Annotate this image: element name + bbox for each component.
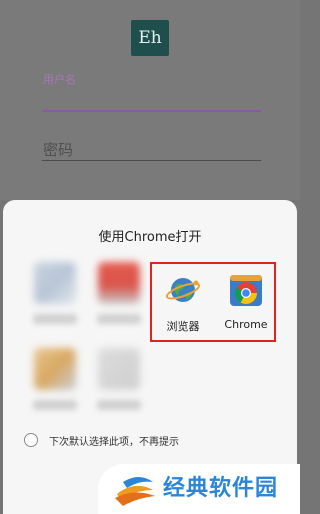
- password-placeholder: 密码: [43, 141, 74, 159]
- app-label-chrome: Chrome: [224, 318, 268, 331]
- blurred-app-label: [33, 314, 77, 324]
- blurred-app-tile[interactable]: [89, 254, 149, 334]
- sheet-title: 使用Chrome打开: [98, 230, 202, 245]
- globe-browser-icon: [165, 278, 201, 302]
- chrome-icon: [230, 275, 262, 306]
- blurred-app-label: [97, 314, 141, 324]
- password-field-underline: [42, 160, 261, 161]
- app-option-chrome[interactable]: Chrome: [216, 268, 276, 348]
- watermark-logo-icon: [115, 477, 155, 506]
- blurred-app-tile[interactable]: [25, 340, 85, 420]
- default-choice-radio[interactable]: [24, 433, 38, 447]
- login-screen: Eh 用户名 密码: [0, 0, 300, 200]
- blurred-app-tile[interactable]: [25, 254, 85, 334]
- app-label-browser: 浏览器: [166, 320, 200, 333]
- blurred-app-label: [33, 400, 77, 410]
- blurred-app-label: [97, 400, 141, 410]
- app-option-browser[interactable]: 浏览器: [153, 268, 213, 348]
- blurred-app-tile[interactable]: [89, 340, 149, 420]
- username-label: 用户名: [43, 73, 76, 86]
- app-logo: Eh: [131, 20, 169, 56]
- open-with-sheet: 使用Chrome打开 浏览器 Chrome 下次默认选择此项，不再提示 经典软件…: [3, 200, 300, 514]
- blurred-app-icon: [34, 262, 76, 304]
- blurred-app-icon: [98, 348, 140, 390]
- watermark-text: 经典软件园: [163, 476, 279, 501]
- username-field-underline[interactable]: [42, 110, 261, 112]
- default-choice-label: 下次默认选择此项，不再提示: [49, 437, 179, 448]
- blurred-app-icon: [98, 262, 140, 304]
- password-field[interactable]: 密码: [42, 139, 261, 161]
- blurred-app-icon: [34, 348, 76, 390]
